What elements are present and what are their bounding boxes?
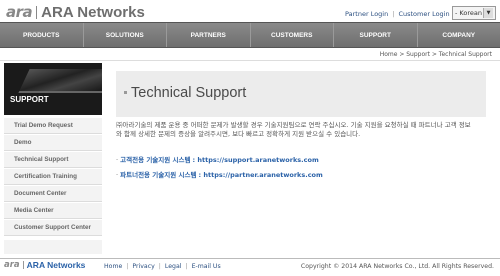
customer-support-system-row: · 고객전용 기술지원 시스템 : https://support.aranet… bbox=[116, 156, 319, 164]
partner-support-system-row: · 파트너전용 기술지원 시스템 : https://partner.arane… bbox=[116, 171, 323, 179]
nav-item-support[interactable]: SUPPORT bbox=[334, 23, 418, 47]
sidebar-title: SUPPORT bbox=[10, 95, 49, 104]
nav-item-products[interactable]: PRODUCTS bbox=[0, 23, 84, 47]
customer-support-system-label: 고객전용 기술지원 시스템 bbox=[120, 156, 191, 164]
partner-support-system-link[interactable]: https://partner.aranetworks.com bbox=[203, 171, 322, 179]
sidebar-item-trial-demo-request[interactable]: Trial Demo Request bbox=[4, 118, 102, 134]
language-value: - Korean bbox=[455, 9, 482, 17]
footer-logo-divider bbox=[22, 261, 24, 269]
sidebar-menu: Trial Demo Request Demo Technical Suppor… bbox=[4, 118, 102, 237]
breadcrumb: Home > Support > Technical Support bbox=[379, 51, 492, 58]
banner-graphic bbox=[18, 69, 102, 93]
bullet-icon bbox=[124, 91, 127, 94]
customer-support-system-link[interactable]: https://support.aranetworks.com bbox=[197, 156, 318, 164]
footer-link-privacy[interactable]: Privacy bbox=[132, 263, 154, 270]
footer-divider bbox=[0, 258, 500, 259]
sidebar-item-document-center[interactable]: Document Center bbox=[4, 186, 102, 202]
sidebar-item-technical-support[interactable]: Technical Support bbox=[4, 152, 102, 168]
sidebar-item-demo[interactable]: Demo bbox=[4, 135, 102, 151]
logo-mark: ara bbox=[6, 3, 33, 21]
nav-item-partners[interactable]: PARTNERS bbox=[167, 23, 251, 47]
sidebar-item-certification-training[interactable]: Certification Training bbox=[4, 169, 102, 185]
page-title-box: Technical Support bbox=[116, 71, 486, 117]
sidebar-banner: SUPPORT bbox=[4, 63, 102, 115]
copyright: Copyright © 2014 ARA Networks Co., Ltd. … bbox=[300, 263, 494, 270]
logo-divider bbox=[36, 5, 38, 19]
partner-support-system-label: 파트너전용 기술지원 시스템 bbox=[120, 171, 197, 179]
logo-name: ARA Networks bbox=[41, 3, 145, 21]
page-title: Technical Support bbox=[131, 85, 247, 101]
top-link-separator: | bbox=[392, 10, 395, 18]
nav-item-customers[interactable]: CUSTOMERS bbox=[251, 23, 334, 47]
main-nav: PRODUCTS SOLUTIONS PARTNERS CUSTOMERS SU… bbox=[0, 22, 500, 48]
nav-item-company[interactable]: COMPANY bbox=[418, 23, 500, 47]
footer-link-legal[interactable]: Legal bbox=[165, 263, 182, 270]
nav-item-solutions[interactable]: SOLUTIONS bbox=[84, 23, 167, 47]
footer-logo-mark: ara bbox=[4, 260, 20, 270]
support-description: ㈜아라기술의 제품 운용 중 어떠한 문제가 발생할 경우 기술지원팀으로 연락… bbox=[116, 121, 471, 138]
sidebar-item-media-center[interactable]: Media Center bbox=[4, 203, 102, 219]
partner-login-link[interactable]: Partner Login bbox=[345, 10, 388, 18]
footer-links: Home | Privacy | Legal | E-mail Us bbox=[104, 263, 221, 270]
logo[interactable]: ara ARA Networks bbox=[6, 2, 145, 22]
top-links: Partner Login | Customer Login bbox=[345, 10, 450, 18]
sidebar-filler bbox=[4, 240, 102, 254]
language-select[interactable]: - Korean ▼ bbox=[452, 6, 496, 20]
sidebar-item-customer-support-center[interactable]: Customer Support Center bbox=[4, 220, 102, 236]
footer-logo: ara ARA Networks bbox=[4, 260, 85, 270]
footer-logo-name: ARA Networks bbox=[26, 260, 86, 270]
customer-login-link[interactable]: Customer Login bbox=[398, 10, 449, 18]
chevron-down-icon: ▼ bbox=[483, 8, 493, 18]
footer-link-home[interactable]: Home bbox=[104, 263, 122, 270]
footer-link-email[interactable]: E-mail Us bbox=[192, 263, 221, 270]
divider bbox=[0, 60, 500, 61]
